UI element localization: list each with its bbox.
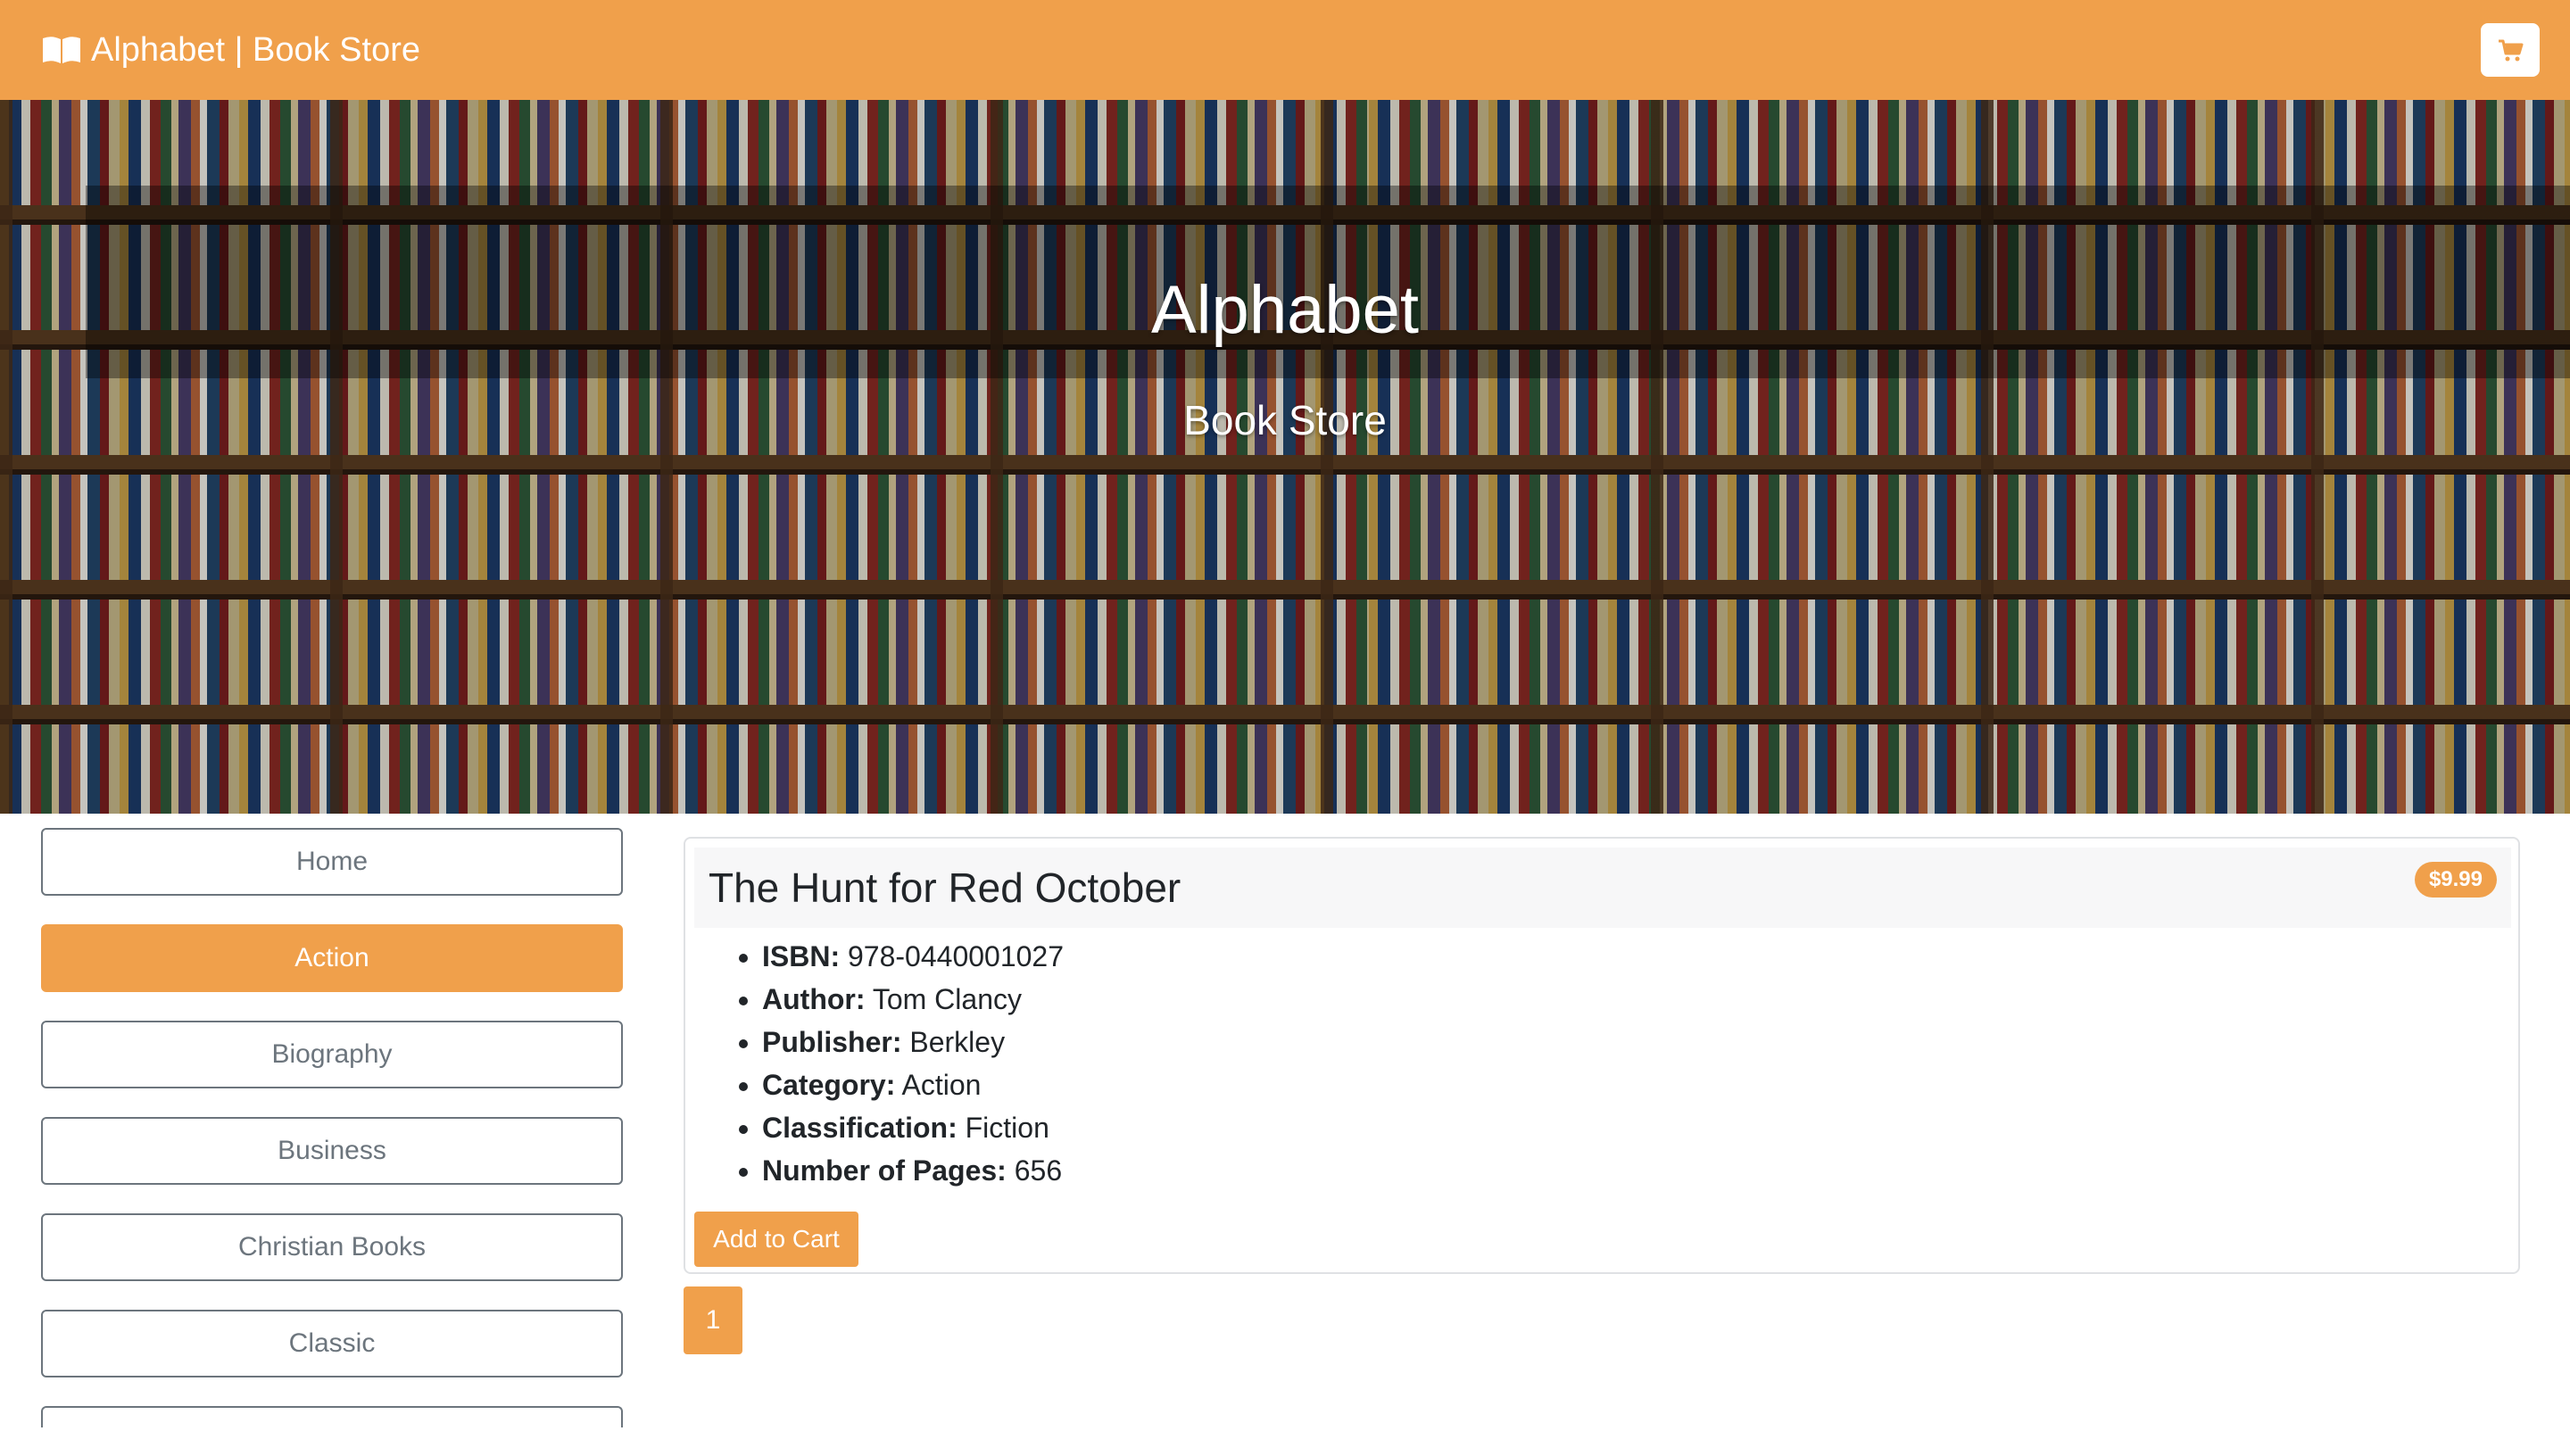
category-action-button[interactable]: Action — [41, 924, 623, 992]
hero-subtitle: Book Store — [1183, 397, 1387, 443]
cart-button[interactable] — [2481, 23, 2540, 77]
book-title: The Hunt for Red October — [709, 864, 1181, 911]
detail-category: Category: Action — [762, 1063, 1064, 1106]
category-classic-button[interactable]: Classic — [41, 1310, 623, 1377]
top-navbar: Alphabet | Book Store — [0, 0, 2570, 100]
book-open-icon — [43, 37, 80, 63]
detail-author: Author: Tom Clancy — [762, 978, 1064, 1021]
add-to-cart-button[interactable]: Add to Cart — [694, 1212, 858, 1267]
book-details-list: ISBN: 978-0440001027 Author: Tom Clancy … — [730, 935, 1064, 1192]
shopping-cart-icon — [2499, 39, 2524, 62]
category-business-button[interactable]: Business — [41, 1117, 623, 1185]
brand-link[interactable]: Alphabet | Book Store — [41, 31, 420, 70]
category-biography-button[interactable]: Biography — [41, 1021, 623, 1088]
book-card-header: The Hunt for Red October $9.99 — [694, 848, 2511, 928]
category-sidebar: Home Action Biography Business Christian… — [41, 828, 623, 1456]
detail-isbn: ISBN: 978-0440001027 — [762, 935, 1064, 978]
brand-text: Alphabet | Book Store — [91, 30, 420, 69]
detail-publisher: Publisher: Berkley — [762, 1021, 1064, 1063]
detail-pages: Number of Pages: 656 — [762, 1149, 1064, 1192]
price-badge: $9.99 — [2414, 862, 2497, 898]
book-card: The Hunt for Red October $9.99 ISBN: 978… — [684, 837, 2520, 1274]
category-christian-books-button[interactable]: Christian Books — [41, 1213, 623, 1281]
detail-classification: Classification: Fiction — [762, 1106, 1064, 1149]
pagination-page-1[interactable]: 1 — [684, 1286, 742, 1354]
hero-title: Alphabet — [1150, 272, 1420, 348]
category-home-button[interactable]: Home — [41, 828, 623, 896]
hero-banner: Alphabet Book Store — [0, 100, 2570, 814]
category-next-button[interactable] — [41, 1406, 623, 1427]
